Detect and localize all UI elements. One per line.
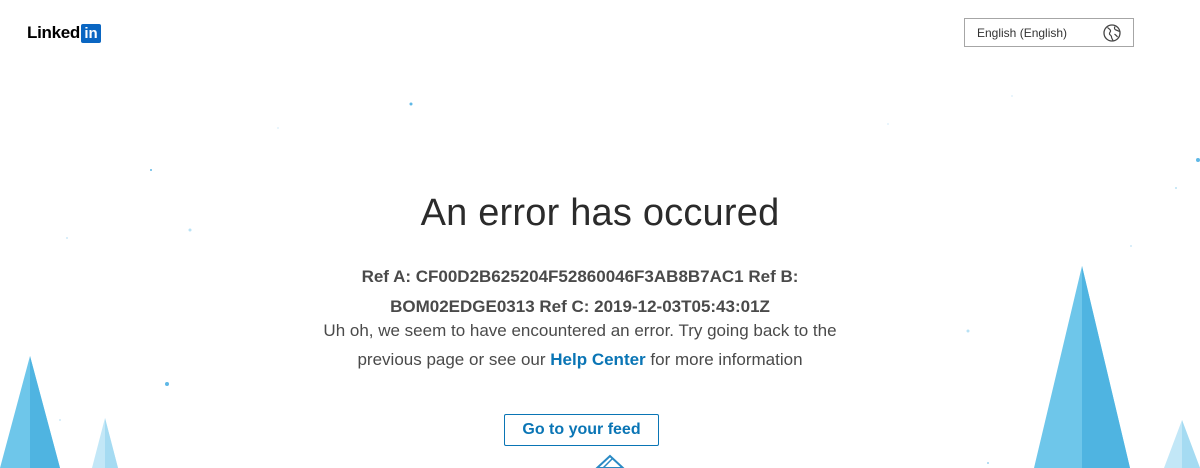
logo-text: Linked <box>27 23 80 42</box>
left-trees <box>0 356 118 468</box>
error-headline: An error has occured <box>420 192 780 234</box>
error-reference-ids: Ref A: CF00D2B625204F52860046F3AB8B7AC1 … <box>361 267 799 316</box>
help-center-link[interactable]: Help Center <box>550 350 645 369</box>
language-selector-label: English (English) <box>977 25 1068 40</box>
error-message: Uh oh, we seem to have encountered an er… <box>300 316 860 374</box>
language-selector[interactable]: English (English) <box>964 18 1134 47</box>
logo-in-box: in <box>81 23 101 43</box>
error-message-text-end: for more information <box>645 350 803 369</box>
linkedin-logo[interactable]: Linked in <box>27 22 101 44</box>
right-trees <box>1034 266 1200 468</box>
globe-icon <box>1101 22 1123 44</box>
go-to-feed-button[interactable]: Go to your feed <box>504 414 659 446</box>
house-roof-illustration <box>595 454 625 468</box>
